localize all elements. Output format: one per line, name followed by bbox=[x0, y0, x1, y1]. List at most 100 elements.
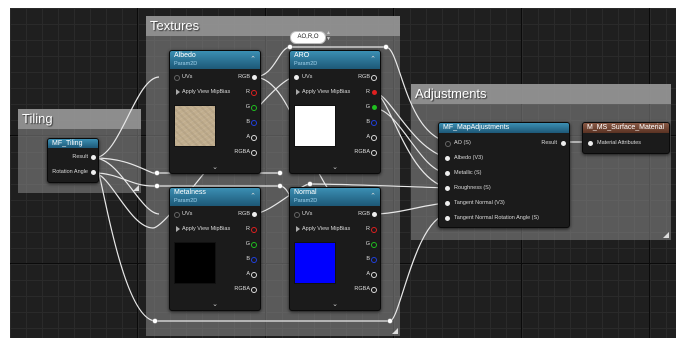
output-pin-rgba[interactable] bbox=[371, 287, 377, 293]
metalness-texture-node[interactable]: Metalness Param2D ⌃ UVs Apply View MipBi… bbox=[169, 187, 261, 311]
output-pin-result[interactable] bbox=[91, 155, 96, 160]
arrow-icon bbox=[176, 89, 180, 95]
output-pin-g[interactable] bbox=[371, 242, 377, 248]
pin-label-metallic: Metallic (S) bbox=[454, 170, 482, 176]
node-title: MF_MapAdjustments bbox=[443, 124, 510, 131]
pin-label-mipbias: Apply View MipBias bbox=[182, 89, 231, 95]
output-pin-rgba[interactable] bbox=[251, 287, 257, 293]
pin-label-rgba: RGBA bbox=[354, 286, 370, 292]
expand-icon[interactable]: ⌄ bbox=[170, 300, 260, 308]
pin-label-g: G bbox=[365, 104, 370, 110]
pin-label-ao: AO (S) bbox=[454, 140, 471, 146]
output-pin-rgb[interactable] bbox=[372, 212, 377, 217]
arrow-icon bbox=[296, 226, 300, 232]
pin-label-uvs: UVs bbox=[182, 211, 193, 217]
input-pin-material-attributes[interactable] bbox=[588, 141, 593, 146]
collapse-icon[interactable]: ⌃ bbox=[250, 192, 256, 200]
output-pin-a[interactable] bbox=[251, 272, 257, 278]
output-pin-result[interactable] bbox=[561, 141, 566, 146]
reroute-node bbox=[287, 44, 293, 50]
reroute-node bbox=[154, 183, 160, 189]
input-pin-roughness[interactable] bbox=[445, 186, 450, 191]
input-pin-albedo[interactable] bbox=[445, 156, 450, 161]
output-pin-b[interactable] bbox=[251, 120, 257, 126]
pin-label-a: A bbox=[366, 271, 370, 277]
node-subtitle: Param2D bbox=[174, 198, 198, 204]
wire-aro-roughness bbox=[372, 107, 449, 174]
pin-label-uvs: UVs bbox=[302, 211, 313, 217]
output-pin-rgb[interactable] bbox=[252, 75, 257, 80]
pin-label-g: G bbox=[245, 104, 250, 110]
pin-label-r: R bbox=[246, 89, 250, 95]
normal-texture-node[interactable]: Normal Param2D ⌃ UVs Apply View MipBias … bbox=[289, 187, 381, 311]
wire-tiling-tangent bbox=[93, 157, 449, 322]
output-pin-a[interactable] bbox=[371, 272, 377, 278]
reroute-node bbox=[383, 44, 389, 50]
reroute-arrows-icon[interactable]: ▲ ▼ bbox=[326, 30, 331, 42]
input-pin-tangent-normal[interactable] bbox=[445, 201, 450, 206]
output-pin-g[interactable] bbox=[251, 105, 257, 111]
input-pin-uvs[interactable] bbox=[294, 75, 299, 80]
pin-label-albedo: Albedo (V3) bbox=[454, 155, 484, 161]
input-pin-tangent-rotation[interactable] bbox=[445, 216, 450, 221]
output-pin-rotation-angle[interactable] bbox=[91, 170, 96, 175]
input-pin-ao[interactable] bbox=[445, 141, 451, 147]
expand-icon[interactable]: ⌄ bbox=[290, 163, 380, 171]
node-subtitle: Param2D bbox=[294, 61, 318, 67]
collapse-icon[interactable]: ⌃ bbox=[370, 55, 376, 63]
output-pin-r[interactable] bbox=[251, 90, 257, 96]
input-pin-metallic[interactable] bbox=[445, 171, 450, 176]
pin-label-b: B bbox=[246, 256, 250, 262]
pin-label-rgb: RGB bbox=[358, 74, 370, 80]
arrow-icon bbox=[176, 226, 180, 232]
pin-label-uvs: UVs bbox=[302, 74, 313, 80]
output-pin-b[interactable] bbox=[371, 257, 377, 263]
pin-label-rotation: Rotation Angle bbox=[52, 169, 88, 175]
wire-uvs-albedo bbox=[93, 76, 160, 159]
output-pin-r[interactable] bbox=[371, 227, 377, 233]
output-pin-r[interactable] bbox=[251, 227, 257, 233]
output-pin-rgba[interactable] bbox=[371, 150, 377, 156]
output-pin-a[interactable] bbox=[371, 135, 377, 141]
mf-tiling-node[interactable]: MF_Tiling Result Rotation Angle bbox=[47, 138, 99, 183]
pin-label-rgba: RGBA bbox=[354, 149, 370, 155]
collapse-icon[interactable]: ⌃ bbox=[370, 192, 376, 200]
pin-label-tangent-rotation: Tangent Normal Rotation Angle (S) bbox=[454, 215, 539, 221]
pin-label-rgb: RGB bbox=[238, 211, 250, 217]
output-pin-rgb[interactable] bbox=[371, 75, 377, 81]
pin-label-result: Result bbox=[541, 140, 557, 146]
pin-label-result: Result bbox=[72, 154, 88, 160]
expand-icon[interactable]: ⌄ bbox=[170, 163, 260, 171]
output-pin-rgba[interactable] bbox=[251, 150, 257, 156]
material-graph-canvas[interactable]: Textures Tiling Adjustments AO,R,O ▲ ▼ M… bbox=[10, 8, 676, 338]
node-subtitle: Param2D bbox=[174, 61, 198, 67]
output-pin-g[interactable] bbox=[251, 242, 257, 248]
aro-texture-node[interactable]: ARO Param2D ⌃ UVs Apply View MipBias RGB… bbox=[289, 50, 381, 174]
pin-label-r: R bbox=[246, 226, 250, 232]
input-pin-uvs[interactable] bbox=[174, 212, 180, 218]
output-pin-r[interactable] bbox=[372, 90, 377, 95]
texture-preview bbox=[294, 242, 336, 284]
output-pin-b[interactable] bbox=[371, 120, 377, 126]
pin-label-r: R bbox=[366, 89, 370, 95]
output-pin-b[interactable] bbox=[251, 257, 257, 263]
input-pin-uvs[interactable] bbox=[174, 75, 180, 81]
reroute-label[interactable]: AO,R,O bbox=[290, 31, 326, 44]
expand-icon[interactable]: ⌄ bbox=[290, 300, 380, 308]
material-output-node[interactable]: M_MS_Surface_Material Material Attribute… bbox=[582, 122, 670, 154]
input-pin-uvs[interactable] bbox=[294, 212, 300, 218]
wire-normal-tangent bbox=[372, 202, 449, 215]
node-title: ARO bbox=[294, 52, 310, 59]
collapse-icon[interactable]: ⌃ bbox=[250, 55, 256, 63]
output-pin-rgb[interactable] bbox=[252, 212, 257, 217]
texture-preview bbox=[174, 105, 216, 147]
output-pin-a[interactable] bbox=[251, 135, 257, 141]
arrow-icon bbox=[296, 89, 300, 95]
output-pin-g[interactable] bbox=[372, 105, 377, 110]
map-adjustments-node[interactable]: MF_MapAdjustments Result AO (S) Albedo (… bbox=[438, 122, 570, 228]
pin-label-tangent-normal: Tangent Normal (V3) bbox=[454, 200, 505, 206]
albedo-texture-node[interactable]: Albedo Param2D ⌃ UVs Apply View MipBias … bbox=[169, 50, 261, 174]
pin-label-g: G bbox=[245, 241, 250, 247]
texture-preview bbox=[294, 105, 336, 147]
reroute-node bbox=[277, 183, 283, 189]
